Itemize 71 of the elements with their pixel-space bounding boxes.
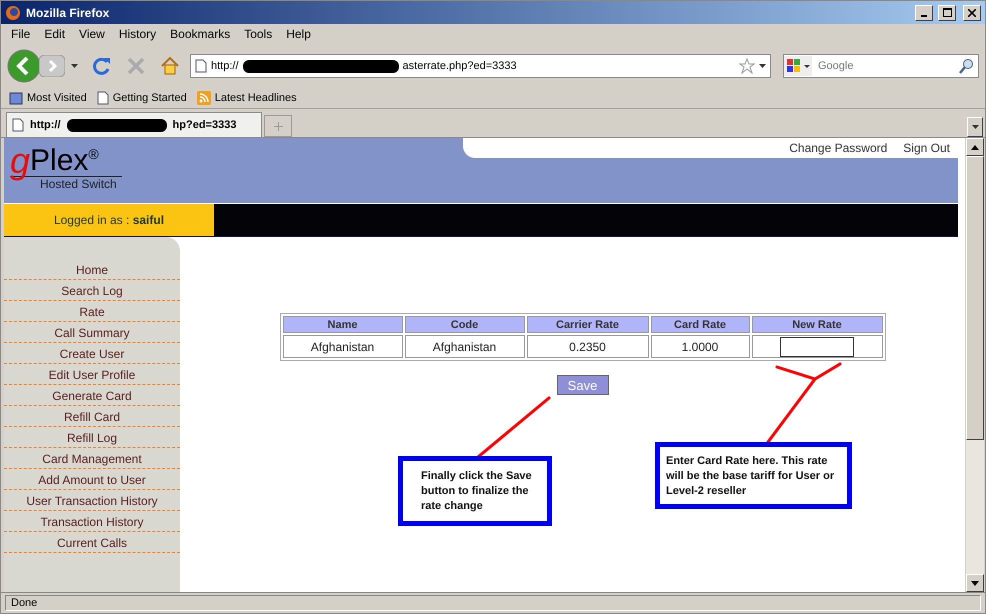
column-header: Code [404, 316, 524, 333]
sidebar-link[interactable]: Edit User Profile [4, 364, 180, 385]
caret-icon [71, 64, 78, 68]
close-icon [968, 8, 976, 16]
menu-item[interactable]: File [5, 27, 38, 41]
menu-item[interactable]: Edit [38, 27, 74, 41]
sidebar-link[interactable]: Card Management [4, 448, 180, 469]
column-header: Card Rate [650, 316, 750, 333]
table-cell: Afghanistan [404, 335, 524, 358]
sidebar-link[interactable]: Transaction History [4, 511, 180, 532]
caret-icon [972, 125, 978, 129]
sidebar-link[interactable]: Add Amount to User [4, 469, 180, 490]
page-icon [12, 118, 24, 132]
sidebar-link[interactable]: Call Summary [4, 322, 180, 343]
bookmark[interactable]: Latest Headlines [196, 91, 297, 105]
sidebar-link[interactable]: Refill Card [4, 406, 180, 427]
sidebar-link[interactable]: Generate Card [4, 385, 180, 406]
sidebar-link[interactable]: Rate [4, 301, 180, 322]
caret-icon [759, 64, 766, 68]
bookmark[interactable]: Getting Started [96, 91, 187, 105]
sidebar-link[interactable]: Search Log [4, 280, 180, 301]
sidebar-link[interactable]: Create User [4, 343, 180, 364]
table-cell: Afghanistan [282, 335, 402, 358]
sidebar-link[interactable]: Home [4, 259, 180, 280]
scrollbar[interactable] [966, 138, 984, 592]
header-link[interactable]: Sign Out [903, 141, 950, 155]
column-header: New Rate [752, 316, 882, 333]
annotation-note: Finally click the Save button to finalize the rate change [398, 456, 552, 526]
reload-icon[interactable] [92, 56, 112, 76]
minimize-icon [921, 14, 927, 16]
maximize-icon [942, 8, 952, 17]
browser-tab[interactable]: http:// hp?ed=3333 [6, 112, 262, 137]
plus-icon [274, 122, 282, 130]
close-button[interactable] [963, 4, 981, 20]
browser-logo-icon [5, 4, 21, 20]
page-icon [96, 91, 109, 105]
column-header: Name [282, 316, 402, 333]
column-header: Carrier Rate [526, 316, 648, 333]
new-rate-input[interactable] [780, 336, 854, 356]
menu-item[interactable]: View [73, 27, 113, 41]
address-bar[interactable]: http:// asterrate.php?ed=3333 [190, 54, 771, 78]
feed-icon [196, 91, 211, 105]
star-icon[interactable] [739, 58, 755, 74]
forward-button[interactable] [39, 55, 65, 77]
sidebar-link[interactable]: Current Calls [4, 532, 180, 553]
maximize-button[interactable] [938, 4, 956, 20]
home-icon[interactable] [160, 56, 180, 76]
annotation-note: Enter Card Rate here. This rate will be the base tariff for User or Level-2 reseller [655, 442, 852, 509]
status-text: Done [5, 595, 981, 611]
header-link[interactable]: Change Password [789, 141, 888, 155]
sidebar-link[interactable]: User Transaction History [4, 490, 180, 511]
minimize-button[interactable] [915, 4, 933, 20]
sidebar-link[interactable]: Refill Log [4, 427, 180, 448]
login-status: Logged in as : saiful [4, 204, 214, 236]
window-title: Mozilla Firefox [26, 6, 110, 20]
menu-item[interactable]: Bookmarks [164, 27, 238, 41]
back-button[interactable] [7, 49, 41, 83]
down-arrow-icon[interactable] [971, 580, 979, 586]
menu-item[interactable]: Help [280, 27, 319, 41]
menu-item[interactable]: History [112, 27, 164, 41]
menu-item[interactable]: Tools [238, 27, 280, 41]
folder-icon [9, 91, 23, 105]
table-cell: 1.0000 [650, 335, 750, 358]
table-cell: 0.2350 [526, 335, 648, 358]
search-box[interactable]: Google [783, 54, 979, 78]
bookmark[interactable]: Most Visited [9, 91, 87, 105]
page-icon [195, 59, 207, 73]
search-engine-icon [784, 56, 812, 76]
tab-list-button[interactable] [967, 117, 983, 137]
search-icon[interactable] [958, 58, 974, 74]
up-arrow-icon[interactable] [971, 144, 979, 150]
